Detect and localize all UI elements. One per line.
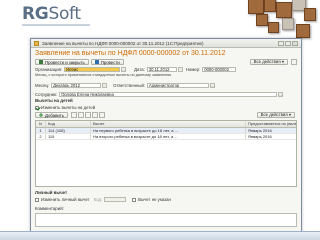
cell-n: 2 [36,134,46,139]
move-up-button[interactable] [92,112,98,118]
table-header: N Код Вычет Предоставляется по (включите… [36,121,296,128]
change-children-checkbox[interactable] [35,105,39,110]
change-personal-label: Изменить личный вычет [41,197,90,202]
copy-row-button[interactable] [71,112,77,118]
cell-deduction: На второго ребенка в возрасте до 18 лет,… [91,134,246,139]
maximize-button[interactable] [285,40,291,46]
comment-label: Комментарий: [35,206,64,211]
personal-deduction-row: Изменить личный вычет Код: Вычет не указ… [31,196,301,203]
document-window: Заявление на вычеты по НДФЛ 0000-000002 … [30,38,302,232]
post-and-close-icon [39,60,43,64]
column-header-code[interactable]: Код [46,121,91,127]
cell-until: Январь 2016 [248,134,272,139]
post-label: Провести [100,59,120,65]
organization-row: Организация: Ирбис … Дата: 30.11.2012 Но… [31,66,301,73]
comment-field[interactable] [35,213,297,227]
not-applied-checkbox[interactable] [132,197,137,202]
delete-row-button[interactable] [85,112,91,118]
post-icon [94,60,99,64]
column-header-until[interactable]: Предоставляется по (включительно) [246,121,296,127]
organization-field[interactable]: Ирбис [64,67,121,72]
help-button[interactable] [291,59,297,65]
logo-underline [22,24,90,26]
organization-select-button[interactable]: … [121,67,127,72]
window-title: Заявление на вычеты по НДФЛ 0000-000002 … [42,40,204,46]
all-actions-button[interactable]: Все действия ▾ [249,59,288,65]
organization-label: Организация: [35,67,63,72]
responsible-field[interactable]: Администратор [147,83,210,88]
document-heading: Заявление на вычеты по НДФЛ 0000-000002 … [35,49,226,57]
edit-row-button[interactable] [78,112,84,118]
rgsoft-logo: RGSoft [22,4,81,24]
logo-brand-right: Soft [48,4,81,24]
number-field[interactable]: 0000-000002 [202,67,237,72]
decorative-cubes [246,0,316,40]
logo-brand-left: RG [22,4,49,24]
month-select-button[interactable] [102,83,108,88]
add-row-button[interactable]: Добавить [35,112,68,118]
add-row-label: Добавить [45,112,64,118]
post-and-close-button[interactable]: Провести и закрыть [35,59,89,65]
column-header-deduction[interactable]: Вычет [91,121,246,127]
slide-footer-bar [0,231,320,240]
children-deductions-table: N Код Вычет Предоставляется по (включите… [35,120,297,187]
employee-select-button[interactable]: … [278,92,284,97]
post-button[interactable]: Провести [90,59,124,65]
table-toolbar: Добавить Все действия ▾ [31,111,301,119]
responsible-label: Ответственный: [113,83,146,88]
month-label: Месяц: [35,83,50,88]
close-button[interactable] [292,40,298,46]
employee-row: Сотрудник: Орлова Елена Николаевна … [31,91,301,98]
cell-code: 114 (108) [46,128,91,133]
change-children-row: Изменить вычеты на детей [31,104,301,111]
app-icon [34,40,39,46]
cell-n: 1 [36,128,46,133]
table-all-actions-button[interactable]: Все действия ▾ [256,112,295,118]
month-field[interactable]: Декабрь 2012 [51,83,102,88]
personal-code-label: Код: [93,197,103,202]
date-label: Дата: [134,67,145,72]
post-and-close-label: Провести и закрыть [45,59,85,65]
month-row: Месяц: Декабрь 2012 Ответственный: Админ… [31,82,301,89]
cell-deduction: На первого ребенка в возрасте до 18 лет,… [91,128,246,133]
personal-code-field[interactable] [104,197,127,202]
employee-field[interactable]: Орлова Елена Николаевна [59,92,278,97]
date-field[interactable]: 30.11.2012 [146,67,177,72]
month-note: Месяц, с которого применяются стандартны… [35,73,172,77]
window-titlebar: Заявление на вычеты по НДФЛ 0000-000002 … [31,39,301,48]
minimize-button[interactable] [278,40,284,46]
number-label: Номер: [185,67,201,72]
change-personal-checkbox[interactable] [35,197,39,202]
column-header-n[interactable]: N [36,121,46,127]
table-row[interactable]: 2 115 На второго ребенка в возрасте до 1… [36,134,296,140]
not-applied-label: Вычет не указан [138,197,171,202]
form-toolbar: Провести и закрыть Провести Все действия… [31,58,301,66]
change-children-label: Изменить вычеты на детей [41,105,96,110]
calendar-button[interactable] [177,67,183,72]
employee-label: Сотрудник: [35,92,58,97]
cell-code: 115 [46,134,91,139]
move-down-button[interactable] [99,112,105,118]
add-icon [39,113,43,117]
responsible-select-button[interactable]: … [210,83,216,88]
cell-until: Январь 2016 [248,128,272,133]
